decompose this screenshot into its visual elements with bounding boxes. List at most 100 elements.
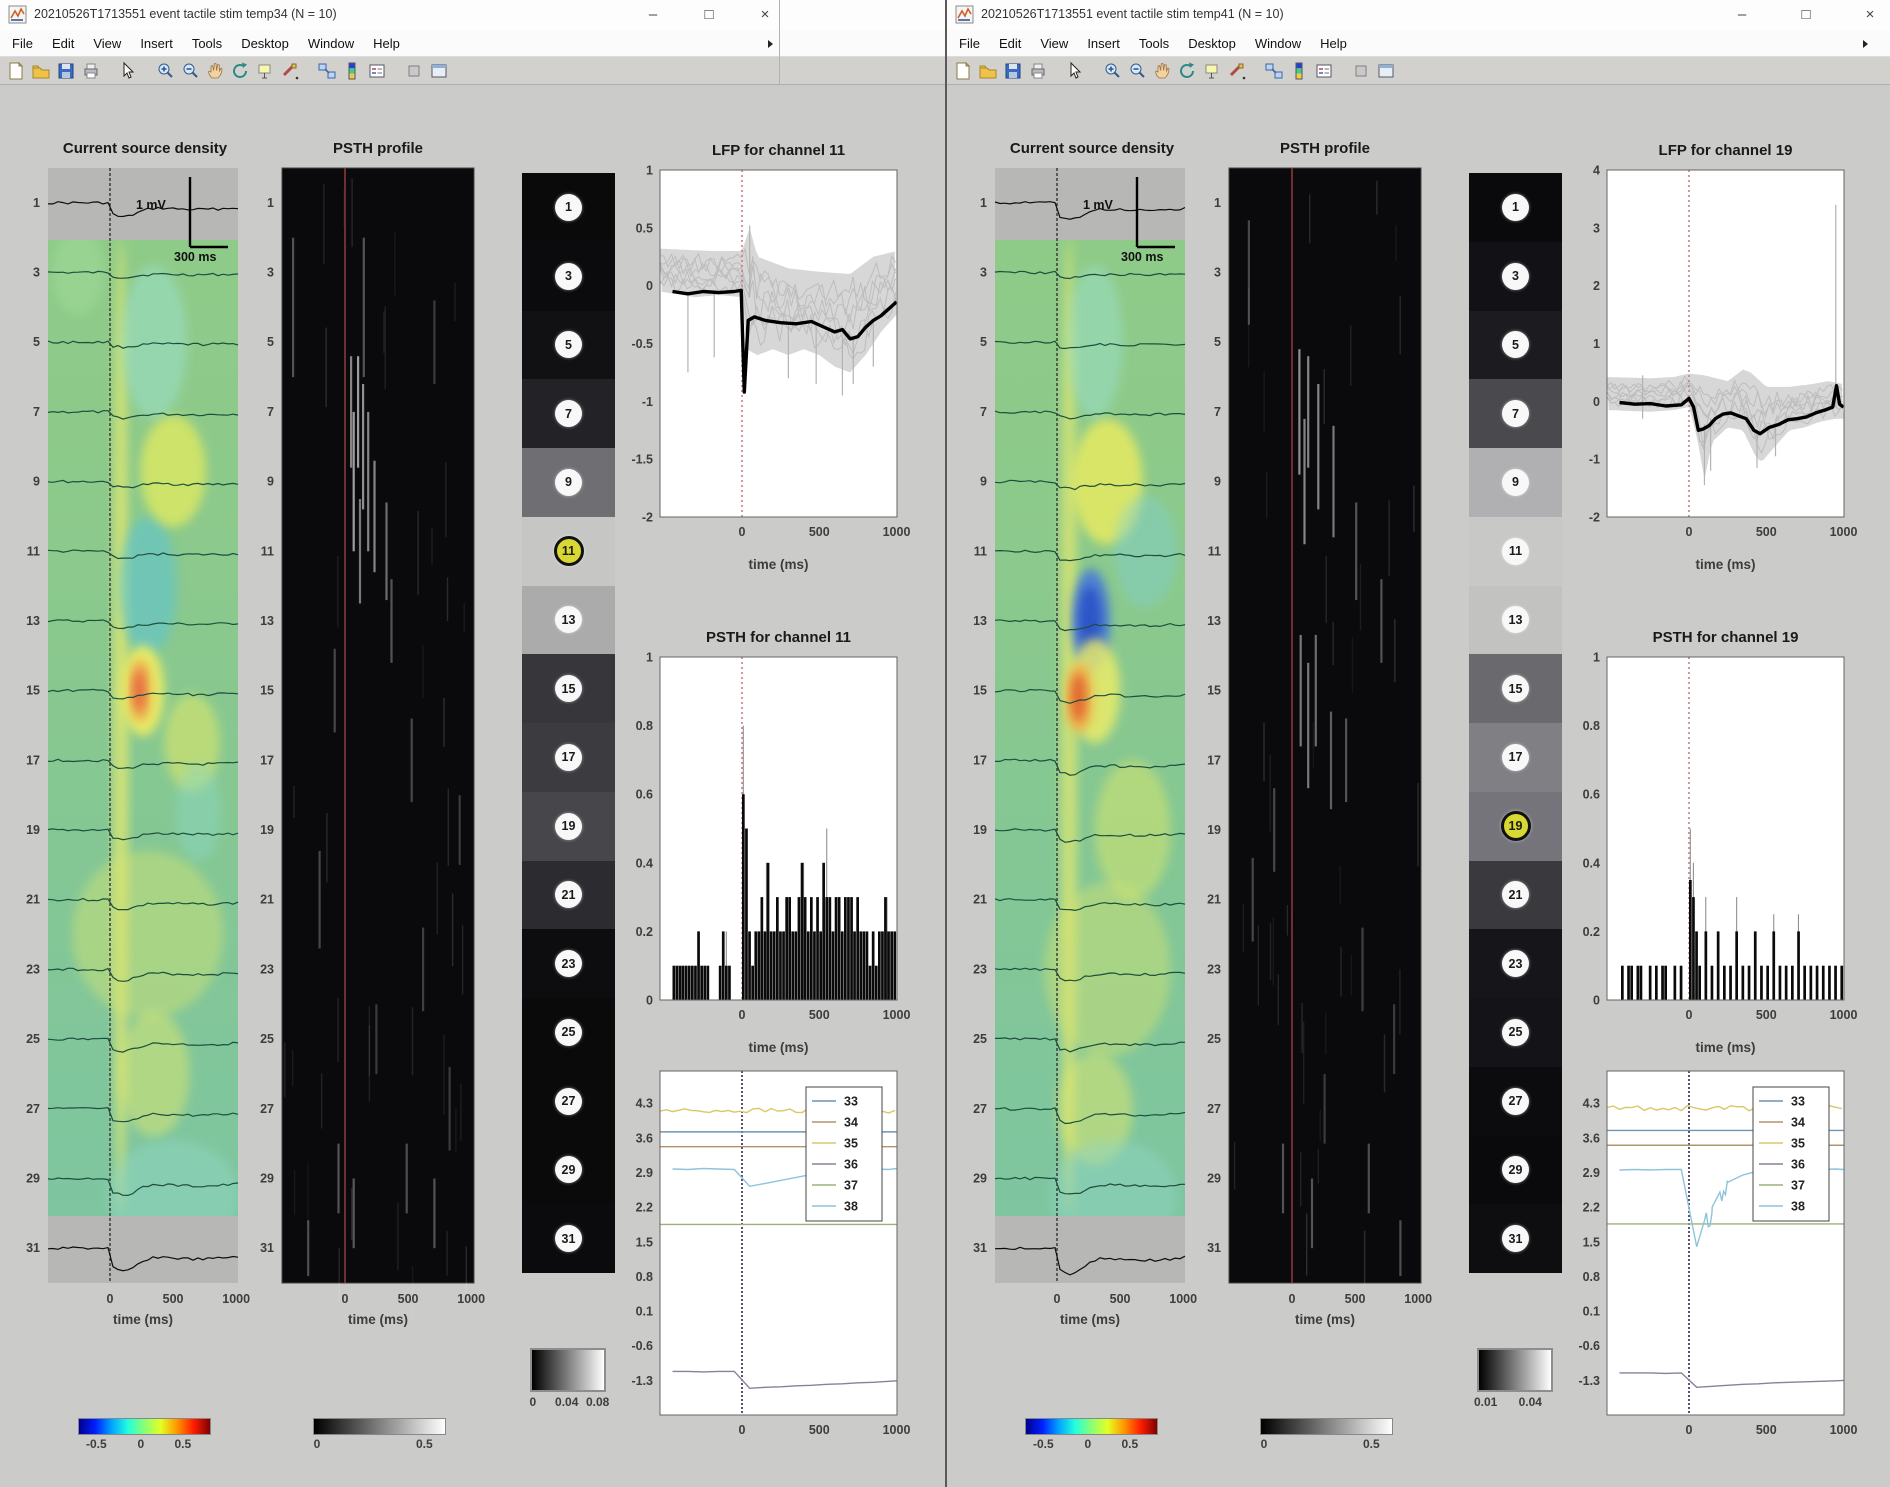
menu-desktop[interactable]: Desktop (241, 36, 289, 51)
channel-row-23[interactable]: 23 (1469, 929, 1562, 998)
channel-badge[interactable]: 5 (1502, 331, 1529, 358)
menu-insert[interactable]: Insert (140, 36, 173, 51)
save-figure-icon[interactable] (55, 60, 77, 82)
channel-row-7[interactable]: 7 (522, 379, 615, 448)
new-figure-icon[interactable] (5, 60, 27, 82)
channel-row-19[interactable]: 19 (1469, 792, 1562, 861)
channel-badge[interactable]: 3 (1502, 263, 1529, 290)
maximize-button[interactable]: □ (692, 0, 726, 30)
titlebar[interactable]: 20210526T1713551 event tactile stim temp… (947, 0, 1890, 31)
zoom-in-icon[interactable] (154, 60, 176, 82)
channel-badge[interactable]: 21 (1502, 881, 1529, 908)
channel-row-15[interactable]: 15 (1469, 654, 1562, 723)
channel-badge[interactable]: 31 (1502, 1225, 1529, 1252)
new-figure-icon[interactable] (952, 60, 974, 82)
zoom-out-icon[interactable] (179, 60, 201, 82)
channel-badge[interactable]: 7 (555, 400, 582, 427)
channel-row-29[interactable]: 29 (522, 1136, 615, 1205)
dock-small-icon[interactable] (403, 60, 425, 82)
channel-row-15[interactable]: 15 (522, 654, 615, 723)
channel-badge[interactable]: 29 (1502, 1156, 1529, 1183)
rotate-3d-icon[interactable] (229, 60, 251, 82)
channel-row-23[interactable]: 23 (522, 929, 615, 998)
channel-row-3[interactable]: 3 (522, 242, 615, 311)
minimize-button[interactable]: – (636, 0, 670, 30)
channel-row-11[interactable]: 11 (522, 517, 615, 586)
dock-small-icon[interactable] (1350, 60, 1372, 82)
channel-badge[interactable]: 13 (1502, 606, 1529, 633)
menu-tools[interactable]: Tools (192, 36, 222, 51)
channel-badge[interactable]: 1 (555, 194, 582, 221)
channel-badge[interactable]: 5 (555, 331, 582, 358)
insert-legend-icon[interactable] (366, 60, 388, 82)
channel-row-31[interactable]: 31 (1469, 1204, 1562, 1273)
menu-window[interactable]: Window (1255, 36, 1301, 51)
menu-help[interactable]: Help (373, 36, 400, 51)
channel-badge[interactable]: 25 (555, 1019, 582, 1046)
channel-row-5[interactable]: 5 (522, 311, 615, 380)
channel-badge[interactable]: 7 (1502, 400, 1529, 427)
channel-badge[interactable]: 11 (1502, 538, 1529, 565)
data-cursor-icon[interactable] (254, 60, 276, 82)
channel-badge[interactable]: 9 (1502, 469, 1529, 496)
menu-help[interactable]: Help (1320, 36, 1347, 51)
insert-legend-icon[interactable] (1313, 60, 1335, 82)
edit-pointer-icon[interactable] (1064, 60, 1086, 82)
channel-badge[interactable]: 13 (555, 606, 582, 633)
channel-badge[interactable]: 19 (555, 813, 582, 840)
channel-badge[interactable]: 1 (1502, 194, 1529, 221)
channel-row-13[interactable]: 13 (1469, 586, 1562, 655)
close-button[interactable]: × (1853, 0, 1887, 30)
channel-row-13[interactable]: 13 (522, 586, 615, 655)
channel-badge[interactable]: 25 (1502, 1019, 1529, 1046)
zoom-out-icon[interactable] (1126, 60, 1148, 82)
brush-data-icon[interactable] (279, 60, 301, 82)
channel-badge[interactable]: 3 (555, 263, 582, 290)
print-figure-icon[interactable] (80, 60, 102, 82)
menu-overflow-arrow[interactable] (1863, 40, 1868, 48)
channel-row-25[interactable]: 25 (522, 998, 615, 1067)
dock-window-icon[interactable] (428, 60, 450, 82)
maximize-button[interactable]: □ (1789, 0, 1823, 30)
menu-overflow-arrow[interactable] (768, 40, 773, 48)
channel-badge[interactable]: 21 (555, 881, 582, 908)
channel-badge[interactable]: 29 (555, 1156, 582, 1183)
titlebar[interactable]: 20210526T1713551 event tactile stim temp… (0, 0, 945, 31)
channel-row-1[interactable]: 1 (1469, 173, 1562, 242)
data-cursor-icon[interactable] (1201, 60, 1223, 82)
channel-row-11[interactable]: 11 (1469, 517, 1562, 586)
channel-row-9[interactable]: 9 (1469, 448, 1562, 517)
channel-badge[interactable]: 23 (555, 950, 582, 977)
menu-view[interactable]: View (93, 36, 121, 51)
close-button[interactable]: × (748, 0, 782, 30)
rotate-3d-icon[interactable] (1176, 60, 1198, 82)
insert-colorbar-icon[interactable] (1288, 60, 1310, 82)
link-plots-icon[interactable] (316, 60, 338, 82)
link-plots-icon[interactable] (1263, 60, 1285, 82)
channel-row-7[interactable]: 7 (1469, 379, 1562, 448)
channel-row-21[interactable]: 21 (1469, 861, 1562, 930)
channel-row-27[interactable]: 27 (1469, 1067, 1562, 1136)
channel-badge[interactable]: 9 (555, 469, 582, 496)
channel-badge[interactable]: 15 (1502, 675, 1529, 702)
channel-row-21[interactable]: 21 (522, 861, 615, 930)
menu-view[interactable]: View (1040, 36, 1068, 51)
channel-row-17[interactable]: 17 (522, 723, 615, 792)
edit-pointer-icon[interactable] (117, 60, 139, 82)
channel-row-19[interactable]: 19 (522, 792, 615, 861)
brush-data-icon[interactable] (1226, 60, 1248, 82)
open-file-icon[interactable] (977, 60, 999, 82)
menu-insert[interactable]: Insert (1087, 36, 1120, 51)
menu-file[interactable]: File (959, 36, 980, 51)
menu-desktop[interactable]: Desktop (1188, 36, 1236, 51)
save-figure-icon[interactable] (1002, 60, 1024, 82)
menu-edit[interactable]: Edit (999, 36, 1021, 51)
insert-colorbar-icon[interactable] (341, 60, 363, 82)
menu-edit[interactable]: Edit (52, 36, 74, 51)
dock-window-icon[interactable] (1375, 60, 1397, 82)
channel-row-29[interactable]: 29 (1469, 1136, 1562, 1205)
selected-channel-badge[interactable]: 19 (1501, 811, 1531, 841)
channel-row-9[interactable]: 9 (522, 448, 615, 517)
pan-hand-icon[interactable] (204, 60, 226, 82)
channel-badge[interactable]: 27 (555, 1088, 582, 1115)
